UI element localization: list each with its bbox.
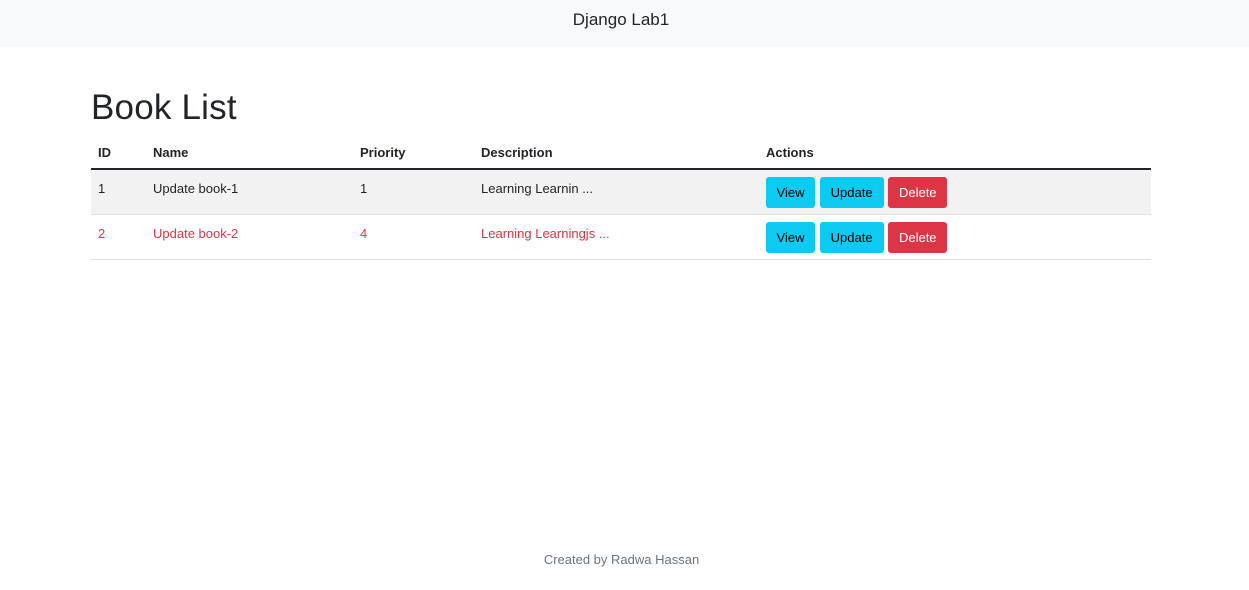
- cell-description: Learning Learningjs ...: [481, 214, 766, 260]
- cell-id: 2: [91, 214, 153, 260]
- delete-button[interactable]: Delete: [888, 177, 948, 208]
- page-title: Book List: [91, 88, 237, 127]
- header-id: ID: [91, 137, 153, 170]
- view-button[interactable]: View: [766, 221, 815, 253]
- cell-priority: 1: [360, 169, 481, 215]
- delete-button[interactable]: Delete: [888, 221, 948, 253]
- cell-name: Update book-1: [153, 169, 360, 215]
- header-description: Description: [481, 137, 766, 170]
- update-button[interactable]: Update: [819, 177, 884, 208]
- cell-actions: View Update Delete: [766, 214, 1151, 260]
- table-header: ID Name Priority Description Actions: [91, 137, 1151, 170]
- update-button[interactable]: Update: [819, 221, 884, 253]
- footer: Created by Radwa Hassan: [0, 552, 1249, 567]
- cell-priority: 4: [360, 214, 481, 260]
- book-table: ID Name Priority Description Actions 1 U…: [91, 137, 1151, 260]
- cell-name: Update book-2: [153, 214, 360, 260]
- navbar: Django Lab1: [0, 0, 1249, 47]
- header-priority: Priority: [360, 137, 481, 170]
- table-header-row: ID Name Priority Description Actions: [91, 137, 1151, 170]
- table-body: 1 Update book-1 1 Learning Learnin ... V…: [91, 169, 1151, 260]
- header-name: Name: [153, 137, 360, 170]
- footer-credit: Created by Radwa Hassan: [543, 552, 700, 567]
- table-row: 1 Update book-1 1 Learning Learnin ... V…: [91, 169, 1151, 215]
- header-actions: Actions: [766, 137, 1151, 170]
- cell-id: 1: [91, 169, 153, 215]
- table-row: 2 Update book-2 4 Learning Learningjs ..…: [91, 214, 1151, 260]
- navbar-brand[interactable]: Django Lab1: [573, 10, 669, 30]
- view-button[interactable]: View: [766, 177, 815, 208]
- cell-description: Learning Learnin ...: [481, 169, 766, 215]
- cell-actions: View Update Delete: [766, 169, 1151, 215]
